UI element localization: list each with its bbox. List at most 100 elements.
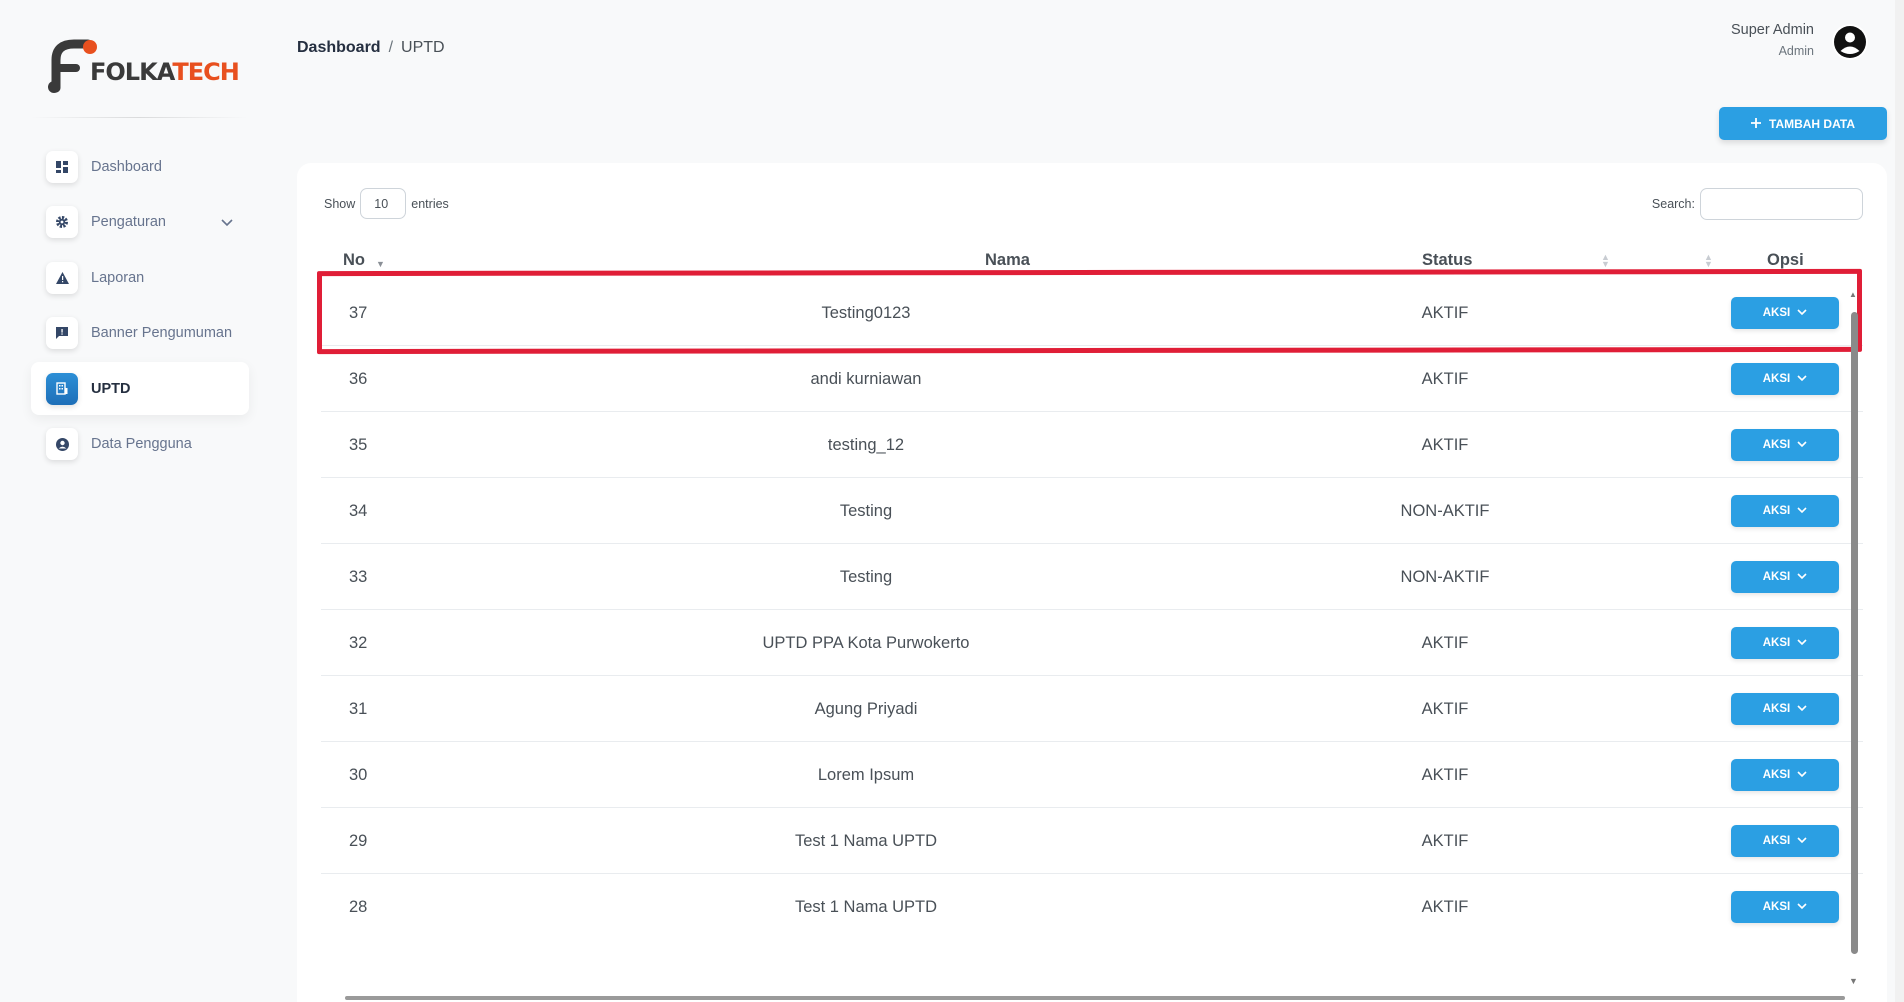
chevron-down-icon xyxy=(1797,637,1807,649)
folkatech-logo[interactable]: FOLKATECH xyxy=(44,38,244,94)
breadcrumb-root-link[interactable]: Dashboard xyxy=(297,39,381,57)
aksi-dropdown-button[interactable]: AKSI xyxy=(1731,891,1839,923)
aksi-dropdown-button[interactable]: AKSI xyxy=(1731,495,1839,527)
chevron-down-icon xyxy=(1797,769,1807,781)
sidebar-item-label: Banner Pengumuman xyxy=(91,325,233,341)
cell-status: AKTIF xyxy=(1421,634,1469,652)
page-length-select[interactable]: 10 xyxy=(360,188,407,219)
table-body: 37 Testing0123 AKTIF AKSI 36 andi kurniawan AK… xyxy=(321,280,1863,940)
column-header-nama[interactable]: Nama xyxy=(985,251,1030,270)
table-row: 35 testing_12 AKTIF AKSI xyxy=(321,412,1863,478)
chevron-down-icon[interactable] xyxy=(221,214,233,232)
user-name: Super Admin xyxy=(1730,22,1814,38)
sidebar-item-label: UPTD xyxy=(91,380,131,397)
aksi-dropdown-button[interactable]: AKSI xyxy=(1731,297,1839,329)
sidebar-item-laporan[interactable]: Laporan xyxy=(31,251,249,304)
aksi-label: AKSI xyxy=(1762,703,1791,715)
column-header-opsi: Opsi xyxy=(1767,251,1804,269)
cell-nama: Lorem Ipsum xyxy=(817,766,915,784)
tambah-data-label: TAMBAH DATA xyxy=(1769,116,1855,131)
sidebar-item-label: Data Pengguna xyxy=(91,436,192,452)
aksi-label: AKSI xyxy=(1762,769,1791,781)
cell-status: NON-AKTIF xyxy=(1400,568,1490,586)
aksi-dropdown-button[interactable]: AKSI xyxy=(1731,693,1839,725)
page-length-control: Show 10 entries xyxy=(324,188,449,219)
sidebar-item-dashboard[interactable]: Dashboard xyxy=(31,140,249,193)
sidebar-item-label: Dashboard xyxy=(91,158,162,175)
column-header-no[interactable]: No xyxy=(343,251,365,270)
chevron-down-icon xyxy=(1797,901,1807,913)
cell-nama: Agung Priyadi xyxy=(814,700,918,718)
sidebar-item-banner-pengumuman[interactable]: Banner Pengumuman xyxy=(31,307,249,360)
cell-nama: Test 1 Nama UPTD xyxy=(794,898,938,916)
building-icon xyxy=(46,372,78,405)
aksi-label: AKSI xyxy=(1762,835,1791,847)
sort-icon[interactable]: ▲ ▼ xyxy=(1704,253,1713,269)
aksi-label: AKSI xyxy=(1762,373,1791,385)
aksi-label: AKSI xyxy=(1762,439,1791,451)
column-header-status[interactable]: Status xyxy=(1422,251,1472,270)
sort-icon[interactable]: ▲ ▼ xyxy=(1601,253,1610,269)
aksi-dropdown-button[interactable]: AKSI xyxy=(1731,759,1839,791)
tambah-data-button[interactable]: TAMBAH DATA xyxy=(1719,107,1887,140)
sidebar-item-uptd[interactable]: UPTD xyxy=(31,362,249,415)
cell-status: AKTIF xyxy=(1421,304,1469,322)
aksi-label: AKSI xyxy=(1762,637,1791,649)
cell-nama: UPTD PPA Kota Purwokerto xyxy=(762,634,970,652)
cell-status: NON-AKTIF xyxy=(1400,502,1490,520)
grid-icon xyxy=(46,150,78,183)
scroll-down-arrow-icon[interactable]: ▼ xyxy=(1849,976,1858,986)
page-length-value: 10 xyxy=(374,196,389,211)
horizontal-scrollbar-thumb[interactable] xyxy=(345,996,1845,1000)
warning-icon xyxy=(46,261,78,294)
cell-status: AKTIF xyxy=(1421,436,1469,454)
plus-icon xyxy=(1751,117,1761,131)
sidebar-item-data-pengguna[interactable]: Data Pengguna xyxy=(31,418,249,471)
entries-label: entries xyxy=(411,196,449,211)
sidebar: FOLKATECH Dashboard Pengaturan Laporan B… xyxy=(0,0,270,1002)
sidebar-item-pengaturan[interactable]: Pengaturan xyxy=(31,196,249,249)
search-label: Search: xyxy=(1651,197,1695,211)
chevron-down-icon xyxy=(1797,439,1807,451)
cell-status: AKTIF xyxy=(1421,370,1469,388)
aksi-dropdown-button[interactable]: AKSI xyxy=(1731,825,1839,857)
vertical-scrollbar-thumb[interactable] xyxy=(1851,312,1858,954)
cell-status: AKTIF xyxy=(1421,700,1469,718)
table-header: No ▼ Nama ▲ ▼ Status ▲ ▼ Opsi xyxy=(321,247,1863,275)
announcement-icon xyxy=(46,317,78,349)
user-circle-icon xyxy=(46,428,78,460)
table-row: 31 Agung Priyadi AKTIF AKSI xyxy=(321,676,1863,742)
sort-desc-icon[interactable]: ▼ xyxy=(376,260,385,269)
cell-nama: testing_12 xyxy=(827,436,905,454)
aksi-dropdown-button[interactable]: AKSI xyxy=(1731,627,1839,659)
breadcrumb: Dashboard / UPTD xyxy=(297,39,445,57)
cell-nama: Test 1 Nama UPTD xyxy=(794,832,938,850)
scroll-up-arrow-icon[interactable]: ▲ xyxy=(1849,290,1857,299)
user-avatar-icon[interactable] xyxy=(1832,24,1868,60)
aksi-label: AKSI xyxy=(1762,307,1791,319)
table-row: 37 Testing0123 AKTIF AKSI xyxy=(321,280,1863,346)
cell-nama: Testing xyxy=(839,568,893,586)
logo-wordmark: FOLKATECH xyxy=(90,58,240,86)
aksi-dropdown-button[interactable]: AKSI xyxy=(1731,561,1839,593)
chevron-down-icon xyxy=(1797,505,1807,517)
table-row: 36 andi kurniawan AKTIF AKSI xyxy=(321,346,1863,412)
aksi-dropdown-button[interactable]: AKSI xyxy=(1731,363,1839,395)
aksi-dropdown-button[interactable]: AKSI xyxy=(1731,429,1839,461)
aksi-label: AKSI xyxy=(1762,901,1791,913)
aksi-label: AKSI xyxy=(1762,571,1791,583)
page-scrollbar-track xyxy=(1895,0,1904,1002)
user-info[interactable]: Super Admin Admin xyxy=(1731,22,1814,58)
chevron-down-icon xyxy=(1797,835,1807,847)
user-role: Admin xyxy=(1778,44,1814,58)
aksi-label: AKSI xyxy=(1762,505,1791,517)
search-input[interactable] xyxy=(1700,188,1863,220)
table-row: 30 Lorem Ipsum AKTIF AKSI xyxy=(321,742,1863,808)
show-label: Show xyxy=(324,196,356,211)
chevron-down-icon xyxy=(1797,571,1807,583)
cell-status: AKTIF xyxy=(1421,898,1469,916)
cell-nama: Testing0123 xyxy=(821,304,911,322)
chevron-down-icon xyxy=(1797,703,1807,715)
sidebar-nav: Dashboard Pengaturan Laporan Banner Peng… xyxy=(31,140,249,473)
sidebar-item-label: Pengaturan xyxy=(91,214,166,230)
